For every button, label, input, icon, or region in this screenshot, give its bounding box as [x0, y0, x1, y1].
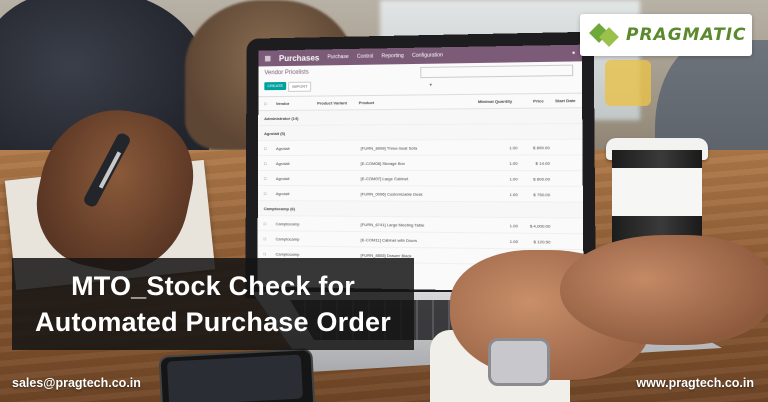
menu-item[interactable]: Configuration — [412, 52, 443, 59]
product-cell: [E-COM07] Large Cabinet — [360, 175, 409, 181]
group-label: Camptocamp (6) — [263, 205, 296, 211]
group-row[interactable]: Agrolait (5) — [258, 123, 583, 142]
search-input[interactable] — [420, 64, 574, 79]
row-checkbox[interactable]: □ — [264, 191, 276, 196]
row-checkbox[interactable]: □ — [264, 176, 276, 181]
vendor-cell: Agrolait — [275, 160, 290, 166]
breadcrumb: Vendor Pricelists — [264, 69, 309, 77]
table-row[interactable]: □ Agrolait [FURN_8999] Three-Seat Sofa 1.00… — [258, 139, 583, 157]
vendor-cell: Agrolait — [275, 145, 290, 151]
price-cell: $ 120.50 — [533, 238, 551, 244]
quantity-cell: 1.00 — [509, 144, 518, 150]
price-cell: $ 14.00 — [535, 160, 550, 166]
column-header[interactable]: Minimal Quantity — [460, 99, 512, 105]
quantity-cell: 1.00 — [509, 175, 518, 182]
control-panel: Vendor Pricelists CREATE IMPORT ▼ — [258, 61, 583, 98]
filter-icon[interactable]: ▼ — [429, 82, 433, 87]
wrist-watch — [488, 338, 550, 386]
price-cell: $ 4,000.00 — [529, 222, 551, 229]
quantity-cell: 1.00 — [509, 160, 518, 166]
select-all-checkbox[interactable]: □ — [264, 101, 276, 106]
banner-title-line-1: MTO_Stock Check for — [71, 271, 355, 301]
column-header[interactable]: Start Date — [544, 98, 576, 104]
quantity-cell: 1.00 — [509, 238, 519, 244]
product-cell: [FURN_0096] Customizable Desk — [360, 190, 423, 197]
price-cell: $ 890.00 — [533, 144, 550, 150]
brand-logo: PRAGMATIC — [580, 14, 752, 56]
group-label: Administrator (14) — [264, 115, 299, 121]
row-checkbox[interactable]: □ — [264, 221, 276, 226]
table-body: Administrator (14) Agrolait (5) □ Agrolait[… — [257, 108, 584, 267]
banner-title-box: MTO_Stock Check for Automated Purchase O… — [12, 258, 414, 350]
app-name: Purchases — [278, 52, 320, 63]
vendor-cell: Agrolait — [275, 175, 290, 181]
variant-cell — [318, 254, 361, 255]
vendor-cell: Camptocamp — [275, 235, 300, 242]
pragmatic-logo-icon — [589, 20, 620, 50]
row-checkbox[interactable]: □ — [264, 251, 276, 256]
row-checkbox[interactable]: □ — [264, 236, 276, 241]
vendor-cell: Camptocamp — [275, 220, 300, 226]
column-header[interactable]: Vendor — [276, 101, 317, 106]
group-label: Agrolait (5) — [264, 130, 286, 136]
product-cell: [FURN_8999] Three-Seat Sofa — [360, 144, 418, 151]
website-url: www.pragtech.co.in — [636, 376, 754, 390]
table-row[interactable]: □ Agrolait [FURN_0096] Customizable Desk 1.… — [257, 186, 583, 203]
banner-title-line-2: Automated Purchase Order — [35, 307, 391, 337]
product-cell: [FURN_6741] Large Meeting Table — [360, 221, 425, 228]
column-header[interactable]: Product Variant — [317, 100, 359, 105]
smartphone-screen — [166, 354, 304, 402]
logo-text: PRAGMATIC — [626, 25, 747, 45]
row-checkbox[interactable]: □ — [264, 160, 276, 165]
row-checkbox[interactable]: □ — [264, 145, 276, 151]
vendor-cell: Camptocamp — [275, 250, 300, 257]
column-header[interactable]: Product — [359, 99, 460, 105]
menu-item[interactable]: Reporting — [382, 53, 404, 59]
menu-item[interactable]: Control — [357, 54, 373, 60]
table-row[interactable]: □ Agrolait [E-COM07] Large Cabinet 1.00 $ 80… — [257, 170, 583, 187]
coffee-cup-sleeve — [612, 168, 702, 216]
table-row[interactable]: □ Agrolait [E-COM08] Storage Box 1.00 $ 14.0… — [257, 155, 583, 172]
price-cell: $ 800.00 — [533, 175, 551, 182]
column-header[interactable]: Price — [512, 98, 544, 103]
quantity-cell: 1.00 — [509, 191, 518, 197]
create-button[interactable]: CREATE — [264, 81, 287, 91]
contact-email: sales@pragtech.co.in — [12, 376, 141, 390]
product-cell: [E-COM11] Cabinet with Doors — [360, 236, 418, 243]
import-button[interactable]: IMPORT — [288, 81, 312, 92]
vendor-cell: Agrolait — [275, 190, 290, 196]
user-icon[interactable]: ● — [572, 50, 575, 56]
quantity-cell: 1.00 — [509, 222, 518, 228]
yellow-mug — [605, 60, 651, 106]
hand-right-second — [560, 235, 768, 345]
product-cell: [E-COM08] Storage Box — [360, 160, 406, 166]
menu-item[interactable]: Purchase — [327, 54, 348, 60]
price-cell: $ 750.00 — [533, 191, 551, 197]
apps-grid-icon[interactable]: ▦ — [264, 54, 271, 62]
